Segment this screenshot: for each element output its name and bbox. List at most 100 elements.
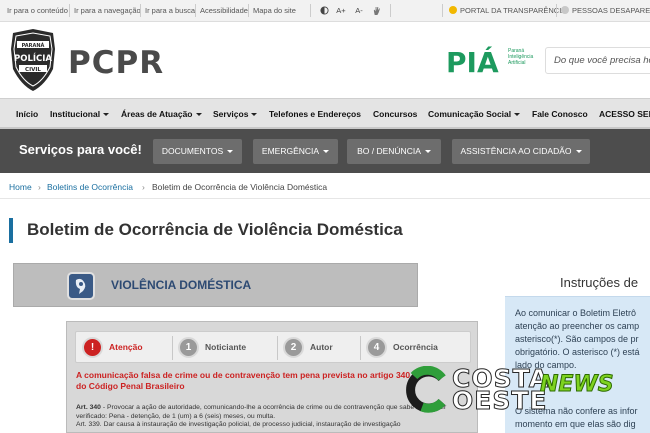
skip-to-navigation-link[interactable]: Ir para a navegação	[74, 6, 141, 15]
services-button-label: EMERGÊNCIA	[261, 146, 320, 156]
nav-item-label: Comunicação Social	[428, 109, 512, 119]
divider	[310, 4, 311, 17]
services-title: Serviços para você!	[19, 142, 142, 157]
svg-text:CIVIL: CIVIL	[25, 67, 41, 73]
divider	[360, 336, 361, 360]
step-noticiante[interactable]: 1 Noticiante	[178, 337, 268, 359]
nav-item-label: Concursos	[373, 109, 418, 119]
breadcrumb-current: Boletim de Ocorrência de Violência Domés…	[152, 182, 328, 192]
bo-denuncia-button[interactable]: BO / DENÚNCIA	[347, 139, 441, 164]
divider	[195, 4, 196, 17]
services-button-label: BO / DENÚNCIA	[357, 146, 421, 156]
step-atencao[interactable]: ! Atenção	[82, 337, 162, 359]
chevron-down-icon	[195, 113, 202, 116]
contrast-icon	[319, 6, 329, 15]
chevron-down-icon	[103, 113, 110, 116]
missing-people-link[interactable]: PESSOAS DESAPARECIDAS	[561, 6, 650, 15]
assistencia-ao-cidadao-button[interactable]: ASSISTÊNCIA AO CIDADÃO	[452, 139, 590, 164]
pia-logo[interactable]: PIÁ	[446, 44, 506, 78]
domestic-violence-banner: VIOLÊNCIA DOMÉSTICA	[13, 263, 418, 307]
missing-people-label: PESSOAS DESAPARECIDAS	[572, 6, 650, 15]
divider	[556, 4, 557, 17]
nav-item-label: Início	[16, 109, 39, 119]
divider	[140, 4, 141, 17]
instructions-line: obrigatório. O asterisco (*) está	[515, 347, 640, 357]
chevron-down-icon	[323, 150, 330, 153]
svg-text:PIÁ: PIÁ	[446, 45, 499, 78]
page-title: Boletim de Ocorrência de Violência Domés…	[27, 220, 403, 239]
breadcrumb-home[interactable]: Home	[9, 182, 32, 192]
sitemap-link[interactable]: Mapa do site	[253, 6, 296, 15]
divider	[390, 4, 391, 17]
breadcrumb-boletins[interactable]: Boletins de Ocorrência	[47, 182, 133, 192]
sign-language-button[interactable]	[369, 4, 383, 17]
missing-people-icon	[561, 6, 569, 14]
step-label: Noticiante	[205, 342, 247, 352]
breadcrumb-separator: ›	[142, 182, 145, 192]
nav-item-label: Serviços	[213, 109, 249, 119]
banner-title: VIOLÊNCIA DOMÉSTICA	[111, 278, 252, 292]
nav-item-comunicacao-social[interactable]: Comunicação Social	[428, 109, 521, 119]
step-label: Ocorrência	[393, 342, 438, 352]
divider	[172, 336, 173, 360]
chevron-down-icon	[227, 150, 234, 153]
step-number: 2	[283, 337, 304, 358]
step-number: 4	[366, 337, 387, 358]
nav-item-telefones[interactable]: Telefones e Endereços	[269, 109, 361, 119]
font-increase-button[interactable]: A+	[334, 4, 348, 17]
svg-text:POLÍCIA: POLÍCIA	[14, 52, 52, 64]
title-accent-bar	[9, 218, 13, 243]
nav-item-areas-de-atuacao[interactable]: Áreas de Atuação	[121, 109, 202, 119]
nav-item-institucional[interactable]: Institucional	[50, 109, 110, 119]
brand-name[interactable]: PCPR	[68, 45, 164, 81]
documentos-button[interactable]: DOCUMENTOS	[153, 139, 242, 164]
transparency-portal-link[interactable]: PORTAL DA TRANSPARÊNCIA	[449, 6, 566, 15]
pia-subtitle: Paraná Inteligência Artificial	[508, 48, 544, 66]
watermark-word: NEWS	[540, 372, 615, 398]
divider	[442, 4, 443, 17]
article-label: Art. 340	[76, 404, 101, 411]
nav-item-inicio[interactable]: Início	[16, 109, 38, 119]
chevron-down-icon	[575, 150, 582, 153]
nav-item-servicos[interactable]: Serviços	[213, 109, 258, 119]
instructions-line: atenção ao preencher os camp	[515, 321, 640, 331]
nav-item-label: Institucional	[50, 109, 101, 119]
divider	[69, 4, 70, 17]
nav-item-label: Telefones e Endereços	[269, 109, 361, 119]
step-number: 1	[178, 337, 199, 358]
services-button-label: ASSISTÊNCIA AO CIDADÃO	[460, 146, 572, 156]
skip-to-search-link[interactable]: Ir para a busca	[145, 6, 195, 15]
skip-to-content-link[interactable]: Ir para o conteúdo	[7, 6, 68, 15]
transparency-icon	[449, 6, 457, 14]
costa-oeste-news-watermark: COSTA OESTE NEWS	[402, 362, 622, 418]
accessibility-bar: Ir para o conteúdo Ir para a navegação I…	[0, 0, 650, 22]
divider	[248, 4, 249, 17]
emergencia-button[interactable]: EMERGÊNCIA	[253, 139, 338, 164]
nav-item-concursos[interactable]: Concursos	[373, 109, 417, 119]
font-decrease-button[interactable]: A-	[352, 4, 366, 17]
chevron-down-icon	[514, 113, 521, 116]
step-number: !	[82, 337, 103, 358]
nav-item-label: ACESSO SEI	[599, 109, 650, 119]
step-ocorrencia[interactable]: 4 Ocorrência	[366, 337, 466, 359]
instructions-line: asterisco(*). São campos de pr	[515, 334, 639, 344]
step-autor[interactable]: 2 Autor	[283, 337, 353, 359]
article-339-text: Art. 339. Dar causa à instauração de inv…	[76, 421, 401, 428]
chevron-down-icon	[251, 113, 258, 116]
site-header: PARANÁ POLÍCIA CIVIL PCPR PIÁ Paraná Int…	[0, 22, 650, 98]
steps-row: ! Atenção 1 Noticiante 2 Autor 4 Ocorrên…	[75, 331, 471, 363]
instructions-title: Instruções de	[560, 275, 639, 290]
nav-item-acesso-sei[interactable]: ACESSO SEI	[599, 109, 650, 119]
step-label: Atenção	[109, 342, 143, 352]
hand-icon	[373, 6, 380, 16]
contrast-button[interactable]	[317, 4, 331, 17]
nav-item-label: Áreas de Atuação	[121, 109, 193, 119]
instructions-line: Ao comunicar o Boletim Eletrô	[515, 308, 637, 318]
search-input[interactable]: Do que você precisa hoje?	[545, 47, 650, 74]
nav-item-fale-conosco[interactable]: Fale Conosco	[532, 109, 588, 119]
police-badge-logo[interactable]: PARANÁ POLÍCIA CIVIL	[9, 29, 57, 91]
nav-item-label: Fale Conosco	[532, 109, 588, 119]
services-button-label: DOCUMENTOS	[161, 146, 224, 156]
main-navigation: Início Institucional Áreas de Atuação Se…	[0, 98, 650, 129]
accessibility-link[interactable]: Acessibilidade	[200, 6, 248, 15]
